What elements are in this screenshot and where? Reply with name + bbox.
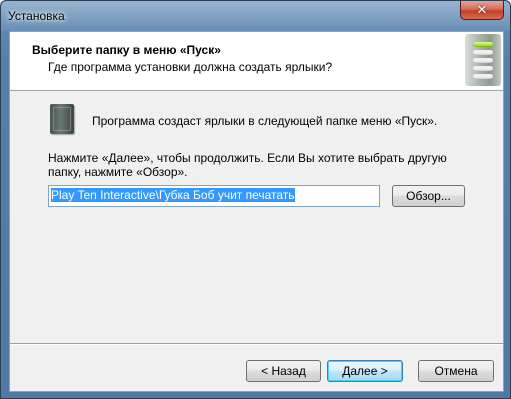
close-icon: ✕ [476, 2, 488, 18]
cancel-button[interactable]: Отмена [418, 360, 494, 382]
page-subtitle: Где программа установки должна создать я… [48, 60, 333, 74]
instruction-text: Нажмите «Далее», чтобы продолжить. Если … [48, 151, 447, 179]
info-text: Программа создаст ярлыки в следующей пап… [92, 114, 438, 128]
progress-bar-segment [473, 58, 493, 63]
next-button[interactable]: Далее > [327, 360, 403, 382]
footer-divider [10, 343, 503, 345]
start-menu-folder-input[interactable]: Play Ten Interactive\Губка Боб учит печа… [48, 185, 380, 207]
progress-bar-segment [473, 74, 493, 79]
back-button[interactable]: < Назад [246, 360, 321, 382]
setup-progress-icon [465, 34, 501, 86]
dialog-client-area: Выберите папку в меню «Пуск» Где програм… [9, 31, 504, 392]
browse-button[interactable]: Обзор... [392, 185, 465, 207]
page-title: Выберите папку в меню «Пуск» [32, 43, 221, 57]
progress-bar-segment [473, 42, 493, 47]
installer-window: Установка ✕ Выберите папку в меню «Пуск»… [0, 0, 511, 399]
close-button[interactable]: ✕ [460, 1, 504, 20]
wizard-header: Выберите папку в меню «Пуск» Где програм… [10, 32, 503, 91]
start-menu-folder-value: Play Ten Interactive\Губка Боб учит печа… [51, 188, 295, 202]
progress-bar-segment [473, 50, 493, 55]
window-title: Установка [8, 9, 65, 23]
progress-bar-segment [473, 66, 493, 71]
start-menu-folder-icon [50, 104, 74, 134]
